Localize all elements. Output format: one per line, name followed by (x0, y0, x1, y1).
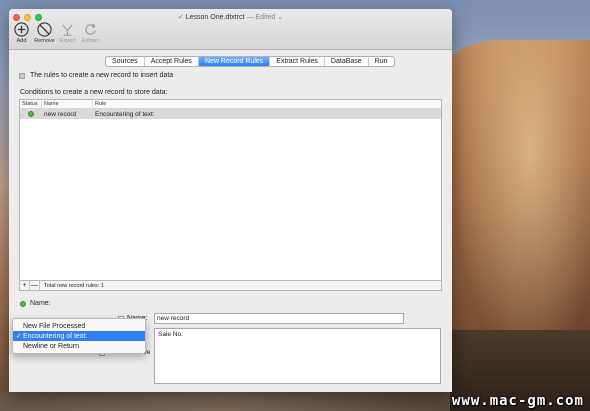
status-ok-icon (28, 111, 34, 117)
table-row[interactable]: new record Encountering of text: (20, 109, 441, 119)
extract-button[interactable]: Extract (80, 22, 101, 44)
add-label: Add (16, 38, 27, 44)
column-name[interactable]: Name (42, 100, 93, 108)
rules-description-text: The rules to create a new record to inse… (30, 72, 174, 79)
remove-rule-button[interactable]: — (30, 281, 40, 290)
add-rule-button[interactable]: + (20, 281, 30, 290)
column-status[interactable]: Status (20, 100, 42, 108)
tab-bar: Sources Accept Rules New Record Rules Ex… (105, 56, 395, 67)
tab-extract-rules[interactable]: Extract Rules (270, 57, 325, 66)
rules-table: Status Name Rule new record Encountering… (19, 99, 442, 281)
remove-label: Remove (34, 38, 55, 44)
export-label: Export (59, 38, 76, 44)
titlebar: ✓ Lesson One.dtxtrct — Edited ⌄ Add Remo… (9, 9, 452, 50)
row-name: new record (44, 110, 77, 118)
tab-sources[interactable]: Sources (106, 57, 145, 66)
remove-button[interactable]: Remove (34, 22, 55, 44)
window-title[interactable]: ✓ Lesson One.dtxtrct — Edited ⌄ (9, 13, 452, 21)
extract-label: Extract (81, 38, 100, 44)
tab-accept-rules[interactable]: Accept Rules (145, 57, 199, 66)
add-button[interactable]: Add (11, 22, 32, 44)
extract-icon (85, 23, 96, 35)
menu-item-label: Encountering of text: (23, 333, 88, 340)
detail-name-label: Name: (30, 300, 51, 307)
saved-check-icon: ✓ (177, 14, 184, 21)
document-name: Lesson One.dtxtrct (185, 14, 245, 21)
export-button[interactable]: Export (57, 22, 78, 44)
tab-database[interactable]: DataBase (325, 57, 369, 66)
column-rule[interactable]: Rule (93, 100, 441, 108)
detail-header: Name: (20, 300, 51, 307)
rules-description: The rules to create a new record to inse… (19, 72, 173, 79)
rules-icon (19, 72, 25, 79)
table-header: Status Name Rule (20, 100, 441, 109)
menu-item-label: Newline or Return (23, 343, 80, 350)
menu-item-new-file-processed[interactable]: New File Processed (13, 321, 145, 331)
toolbar: Add Remove Export Extract (11, 22, 101, 44)
menu-item-encountering-of-text[interactable]: ✓ Encountering of text: (13, 331, 145, 341)
remove-icon (37, 22, 52, 37)
row-rule: Encountering of text: (95, 110, 155, 118)
edited-status: — Edited ⌄ (246, 14, 284, 21)
export-icon (62, 24, 73, 36)
checkmark-icon: ✓ (16, 333, 22, 340)
rule-type-menu: New File Processed ✓ Encountering of tex… (12, 318, 146, 354)
tab-run[interactable]: Run (369, 57, 394, 66)
name-input[interactable]: new record (154, 313, 404, 324)
total-rules-count: Total new record rules: 1 (44, 282, 104, 289)
conditions-label: Conditions to create a new record to sto… (20, 89, 168, 96)
menu-item-label: New File Processed (23, 323, 86, 330)
status-ok-icon (20, 300, 26, 307)
tab-new-record-rules[interactable]: New Record Rules (198, 57, 271, 66)
row-status-cell (20, 111, 42, 117)
wallpaper-lower-strip (0, 392, 450, 411)
table-footer: + — Total new record rules: 1 (19, 281, 442, 291)
watermark: www.mac-gm.com (451, 393, 584, 409)
match-text-area[interactable]: Sale No. (154, 328, 441, 384)
menu-item-newline-or-return[interactable]: Newline or Return (13, 341, 145, 351)
add-icon (14, 22, 29, 37)
